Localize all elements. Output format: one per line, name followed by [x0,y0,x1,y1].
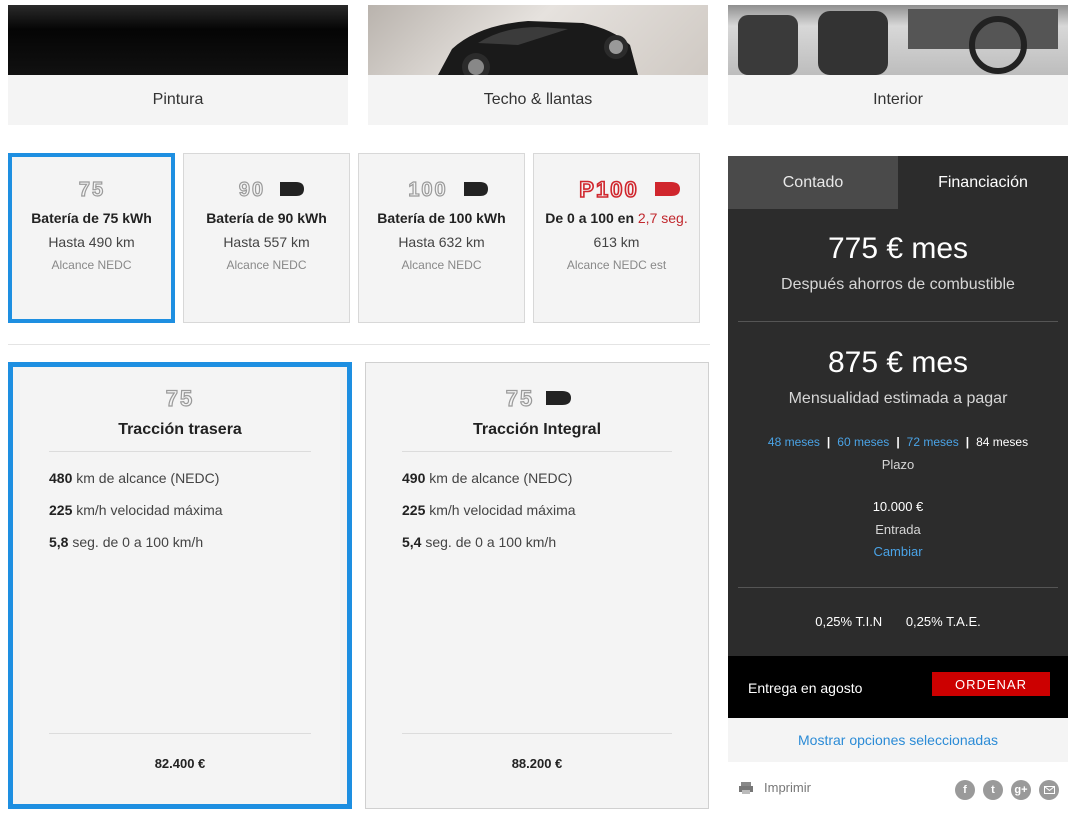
spec-acceleration: 5,8 seg. de 0 a 100 km/h [49,534,204,550]
change-downpayment-link[interactable]: Cambiar [728,544,1068,559]
google-plus-icon[interactable]: g+ [1011,780,1031,800]
battery-title-accel: 2,7 seg. [637,210,688,226]
term-separator: | [896,435,900,449]
spec-range: 480 km de alcance (NEDC) [49,470,220,486]
svg-text:75: 75 [78,180,104,198]
interior-preview-image [728,5,1068,75]
monthly-label: Mensualidad estimada a pagar [788,390,1008,407]
badge-100d-icon: 100 [359,176,524,202]
badge-75-icon: 75 [13,385,347,411]
term-selector: 48 meses | 60 meses | 72 meses | 84 meses [728,435,1068,449]
tin-rate: 0,25% T.I.N [815,614,883,629]
print-label: Imprimir [764,780,811,795]
social-share: f t g+ [955,780,1067,800]
term-separator: | [965,435,970,449]
payment-tabs: Contado Financiación [728,156,1068,209]
svg-text:90: 90 [238,180,264,198]
finance-divider [738,321,1058,322]
battery-title: Batería de 75 kWh [31,210,152,226]
category-interior[interactable]: Interior [728,5,1068,125]
spec-top-speed: 225 km/h velocidad máxima [49,502,223,518]
term-caption: Plazo [881,457,915,472]
drive-option-awd[interactable]: 75 Tracción Integral 490 km de alcance (… [365,362,709,809]
battery-note: Alcance NEDC est [566,258,667,272]
monthly-amount: 875 € mes [827,346,969,379]
battery-title: Batería de 90 kWh [206,210,327,226]
battery-option-90d[interactable]: 90 Batería de 90 kWh Hasta 557 km Alcanc… [183,153,350,323]
show-selected-options-link[interactable]: Mostrar opciones seleccionadas [728,718,1068,762]
svg-text:P100: P100 [579,179,638,199]
delivery-bar: Entrega en agosto ORDENAR [728,656,1068,718]
term-72[interactable]: 72 meses [907,435,959,449]
finance-panel: Contado Financiación 775 € mes Después a… [728,156,1068,718]
battery-title-prefix: De 0 a 100 en [545,210,634,226]
term-48[interactable]: 48 meses [768,435,820,449]
svg-text:100: 100 [408,180,447,198]
battery-range: Hasta 490 km [48,234,135,250]
term-84[interactable]: 84 meses [976,435,1028,449]
drive-specs: 490 km de alcance (NEDC) 225 km/h veloci… [402,467,576,563]
order-button[interactable]: ORDENAR [932,672,1050,696]
battery-option-100d[interactable]: 100 Batería de 100 kWh Hasta 632 km Alca… [358,153,525,323]
battery-note: Alcance NEDC [51,258,132,272]
delivery-date: Entrega en agosto [748,680,863,696]
tab-cash[interactable]: Contado [728,156,898,209]
drive-title: Tracción Integral [472,421,602,438]
section-divider [8,344,710,345]
print-link[interactable]: Imprimir [738,780,811,795]
drive-price: 88.200 € [511,756,563,771]
term-separator: | [826,435,831,449]
title-divider [402,451,672,452]
category-paint[interactable]: Pintura [8,5,348,125]
finance-divider [738,587,1058,588]
spec-top-speed: 225 km/h velocidad máxima [402,502,576,518]
badge-90d-icon: 90 [184,176,349,202]
drive-specs: 480 km de alcance (NEDC) 225 km/h veloci… [49,467,223,563]
downpayment-label: Entrada [875,522,921,537]
email-icon[interactable] [1039,780,1059,800]
savings-amount: 775 € mes [827,232,969,265]
battery-range: 613 km [593,234,640,250]
battery-option-p100d[interactable]: P100 De 0 a 100 en 2,7 seg. 613 km Alcan… [533,153,700,323]
title-divider [49,451,311,452]
battery-note: Alcance NEDC [226,258,307,272]
printer-icon [739,781,753,794]
spec-range: 490 km de alcance (NEDC) [402,470,573,486]
badge-75-icon: 75 [12,176,171,202]
category-label: Techo & llantas [368,75,708,125]
interest-rates: 0,25% T.I.N 0,25% T.A.E. [728,614,1068,629]
paint-preview-image [8,5,348,75]
category-label: Pintura [8,75,348,125]
price-divider [49,733,311,734]
term-60[interactable]: 60 meses [837,435,889,449]
spec-acceleration: 5,4 seg. de 0 a 100 km/h [402,534,557,550]
price-divider [402,733,672,734]
tae-rate: 0,25% T.A.E. [905,614,981,629]
category-roof-wheels[interactable]: Techo & llantas [368,5,708,125]
drive-option-rear[interactable]: 75 Tracción trasera 480 km de alcance (N… [8,362,352,809]
svg-text:75: 75 [506,388,534,408]
drive-title: Tracción trasera [118,421,242,438]
savings-label: Después ahorros de combustible [781,276,1015,293]
battery-title: Batería de 100 kWh [377,210,506,226]
twitter-icon[interactable]: t [983,780,1003,800]
svg-text:75: 75 [166,388,194,408]
category-label: Interior [728,75,1068,125]
battery-note: Alcance NEDC [401,258,482,272]
battery-range: Hasta 557 km [223,234,310,250]
tab-financing[interactable]: Financiación [898,156,1068,209]
car-preview-image [368,5,708,75]
battery-option-75[interactable]: 75 Batería de 75 kWh Hasta 490 km Alcanc… [8,153,175,323]
badge-75d-icon: 75 [366,385,708,411]
battery-range: Hasta 632 km [398,234,485,250]
battery-title: De 0 a 100 en 2,7 seg. [534,208,699,228]
facebook-icon[interactable]: f [955,780,975,800]
downpayment-amount: 10.000 € [872,499,924,514]
badge-p100d-icon: P100 [534,176,699,202]
drive-price: 82.400 € [154,756,206,771]
